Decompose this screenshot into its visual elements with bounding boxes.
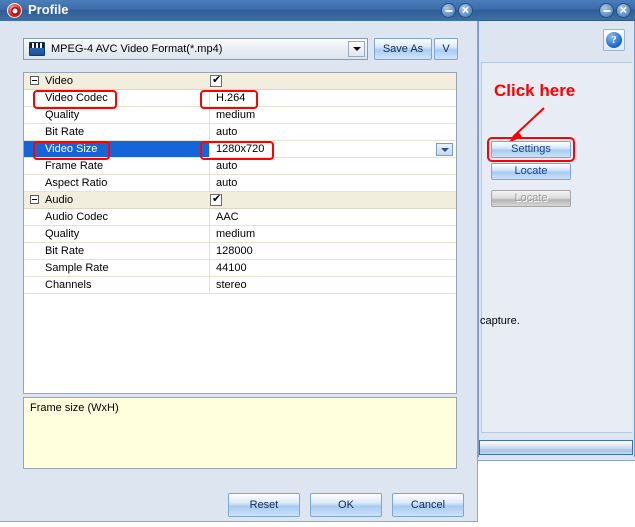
cancel-button[interactable]: Cancel xyxy=(392,493,464,517)
background-bottom-strip xyxy=(478,457,635,461)
row-value[interactable]: auto xyxy=(210,158,456,174)
chevron-down-icon xyxy=(440,147,449,152)
profile-minimize-button[interactable] xyxy=(441,3,456,18)
row-label: Frame Rate xyxy=(24,158,210,174)
row-label: Audio Codec xyxy=(24,209,210,225)
annotation-arrow-icon xyxy=(508,107,545,143)
grid-group-label: Video xyxy=(45,75,73,87)
row-value[interactable]: 128000 xyxy=(210,243,456,259)
row-value[interactable]: H.264 xyxy=(210,90,456,106)
profile-dialog-titlebar: Profile xyxy=(0,0,478,21)
background-window-controls xyxy=(599,3,631,18)
grid-row[interactable]: Quality medium xyxy=(24,107,456,124)
row-value[interactable]: medium xyxy=(210,107,456,123)
locate-button-disabled: Locate xyxy=(491,190,571,207)
format-selector[interactable]: MPEG-4 AVC Video Format(*.mp4) xyxy=(23,38,368,60)
grid-row[interactable]: Video Codec H.264 xyxy=(24,90,456,107)
grid-row[interactable]: Sample Rate 44100 xyxy=(24,260,456,277)
background-selected-strip xyxy=(479,440,633,455)
grid-group-row-video[interactable]: Video xyxy=(24,73,456,90)
video-size-dropdown-button[interactable] xyxy=(436,143,453,156)
row-value[interactable]: auto xyxy=(210,124,456,140)
row-label: Sample Rate xyxy=(24,260,210,276)
hint-pane: Frame size (WxH) xyxy=(23,397,457,469)
background-window-titlebar xyxy=(478,0,635,21)
grid-row[interactable]: Quality medium xyxy=(24,226,456,243)
row-value[interactable]: medium xyxy=(210,226,456,242)
row-label: Aspect Ratio xyxy=(24,175,210,191)
grid-row[interactable]: Bit Rate 128000 xyxy=(24,243,456,260)
grid-group-label: Audio xyxy=(45,194,74,206)
reset-button[interactable]: Reset xyxy=(228,493,300,517)
grid-row[interactable]: Audio Codec AAC xyxy=(24,209,456,226)
ok-button[interactable]: OK xyxy=(310,493,382,517)
row-label: Video Codec xyxy=(24,90,210,106)
profile-dialog-title: Profile xyxy=(28,2,69,17)
row-value[interactable]: 44100 xyxy=(210,260,456,276)
locate-button[interactable]: Locate xyxy=(491,163,571,180)
row-value[interactable]: AAC xyxy=(210,209,456,225)
profile-target-icon xyxy=(7,3,22,18)
row-label: Quality xyxy=(24,226,210,242)
chevron-down-icon xyxy=(352,47,361,51)
background-minimize-button[interactable] xyxy=(599,3,614,18)
grid-row[interactable]: Channels stereo xyxy=(24,277,456,294)
v-button[interactable]: V xyxy=(434,38,458,60)
film-clapper-icon xyxy=(29,42,45,56)
row-value[interactable]: 1280x720 xyxy=(210,141,456,157)
help-button[interactable]: ? xyxy=(603,29,625,51)
row-label: Bit Rate xyxy=(24,243,210,259)
row-label: Bit Rate xyxy=(24,124,210,140)
profile-close-button[interactable] xyxy=(458,3,473,18)
format-dropdown-arrow[interactable] xyxy=(348,41,365,57)
properties-grid[interactable]: Video Video Codec H.264 Quality medium B… xyxy=(23,72,457,394)
format-selector-value: MPEG-4 AVC Video Format(*.mp4) xyxy=(51,43,223,55)
grid-row[interactable]: Bit Rate auto xyxy=(24,124,456,141)
video-enabled-checkbox[interactable] xyxy=(210,74,222,87)
row-value[interactable]: stereo xyxy=(210,277,456,293)
click-here-annotation: Click here xyxy=(494,81,576,100)
grid-group-row-audio[interactable]: Audio xyxy=(24,192,456,209)
save-as-button[interactable]: Save As xyxy=(374,38,432,60)
profile-window-controls xyxy=(441,3,473,18)
row-label: Quality xyxy=(24,107,210,123)
audio-enabled-checkbox[interactable] xyxy=(210,193,222,206)
background-close-button[interactable] xyxy=(616,3,631,18)
background-body-text: capture. xyxy=(480,315,520,327)
settings-button[interactable]: Settings xyxy=(491,141,571,158)
row-value[interactable]: auto xyxy=(210,175,456,191)
grid-row-selected-video-size[interactable]: Video Size 1280x720 xyxy=(24,141,456,158)
row-label: Channels xyxy=(24,277,210,293)
row-label: Video Size xyxy=(24,141,210,157)
grid-row[interactable]: Frame Rate auto xyxy=(24,158,456,175)
grid-row[interactable]: Aspect Ratio auto xyxy=(24,175,456,192)
question-mark-icon: ? xyxy=(606,32,622,48)
